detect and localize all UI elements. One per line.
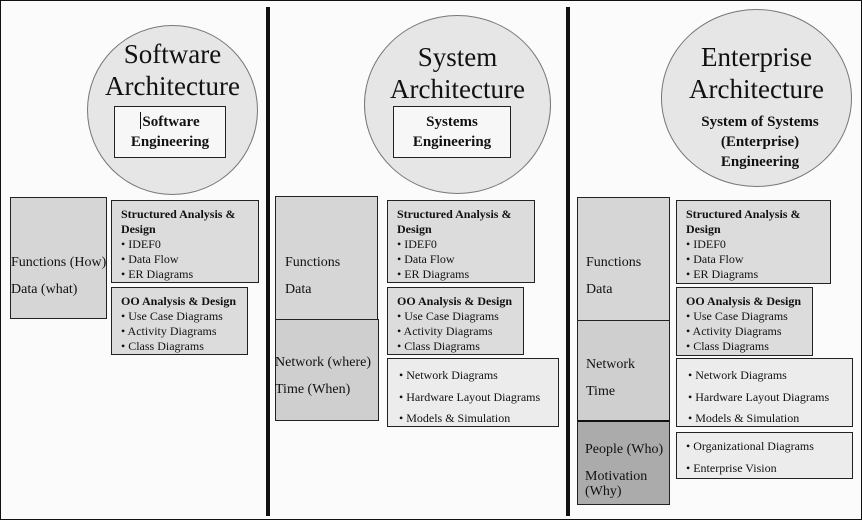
oo-analysis-box: OO Analysis & Design • Use Case Diagrams… [387,287,524,355]
list-item: • Organizational Diagrams [686,439,814,453]
list-item: • Network Diagrams [399,368,498,382]
category-people-motivation: People (Who) Motivation (Why) [577,420,670,505]
list-item: • Use Case Diagrams [686,309,788,323]
circle-title-line1: Enterprise [701,42,812,72]
oo-analysis-box: OO Analysis & Design • Use Case Diagrams… [676,287,813,356]
list-item: • ER Diagrams [686,267,759,281]
box-heading: OO Analysis & Design [686,294,802,308]
category-line: People (Who) [585,442,664,457]
category-functions-data: Functions Data [577,197,670,321]
box-heading: Structured Analysis & [686,207,801,221]
category-line: Network (where) [275,355,372,370]
category-line: Functions (How) [11,255,107,270]
engineering-line1: Systems [426,114,478,130]
engineering-line2: Engineering [412,134,492,150]
column-divider-2 [566,7,570,516]
category-line: Time [586,384,616,399]
engineering-line1: System of Systems [701,114,819,130]
box-heading: Structured Analysis & [397,207,512,221]
list-item: • Data Flow [397,252,455,266]
list-item: • Use Case Diagrams [397,309,499,323]
box-heading: Structured Analysis & [121,207,236,221]
list-item: • Hardware Layout Diagrams [688,389,830,404]
circle-title-line2: Architecture [105,71,240,101]
list-item: • Data Flow [686,252,744,266]
category-line: Data [285,282,312,297]
list-item: • ER Diagrams [397,267,470,281]
structured-analysis-box: Structured Analysis & Design • IDEF0 • D… [111,200,259,283]
list-item: • Class Diagrams [121,339,204,353]
circle-title-line2: Architecture [689,74,824,104]
structured-analysis-box: Structured Analysis & Design • IDEF0 • D… [676,200,831,284]
list-item: • IDEF0 [397,237,437,251]
engineering-line3: Engineering [720,154,800,170]
system-architecture-circle: System Architecture [364,15,551,194]
list-item: • ER Diagrams [121,267,194,281]
list-item: • Activity Diagrams [121,324,217,338]
network-hardware-box: • Network Diagrams • Hardware Layout Dia… [387,358,559,427]
box-heading: OO Analysis & Design [397,294,513,308]
box-heading: Design [397,222,432,236]
list-item: • Class Diagrams [686,339,769,353]
structured-analysis-box: Structured Analysis & Design • IDEF0 • D… [387,200,535,283]
category-line: Time (When) [275,382,351,397]
engineering-line2: Engineering [130,134,210,150]
list-item: • Activity Diagrams [397,324,493,338]
list-item: • Data Flow [121,252,179,266]
category-functions-data: Functions (How) Data (what) [10,197,107,319]
circle-title-line1: Software [123,39,222,69]
list-item: • Models & Simulation [688,411,800,425]
software-engineering-box: Software Engineering [114,106,226,158]
list-item: • Enterprise Vision [686,461,777,475]
category-network-time: Network (where) Time (When) [275,319,379,421]
list-item: • IDEF0 [686,237,726,251]
category-line: Data (what) [11,282,78,297]
system-of-systems-engineering-label: System of Systems (Enterprise) Engineeri… [690,112,830,172]
list-item: • IDEF0 [121,237,161,251]
circle-title-line2: Architecture [390,74,525,104]
category-line: Functions [586,255,642,270]
list-item: • Hardware Layout Diagrams [399,389,541,404]
list-item: • Network Diagrams [688,368,787,382]
box-heading: OO Analysis & Design [121,294,237,308]
engineering-line1-text: Software [142,114,200,130]
organizational-box: • Organizational Diagrams • Enterprise V… [676,432,853,479]
circle-title-line1: System [417,42,498,72]
oo-analysis-box: OO Analysis & Design • Use Case Diagrams… [111,287,248,355]
list-item: • Models & Simulation [399,411,511,425]
engineering-line2: (Enterprise) [720,134,800,150]
category-line: Data [586,282,613,297]
category-line: Network [586,357,635,372]
box-heading: Design [121,222,156,236]
category-functions-data: Functions Data [275,196,378,320]
engineering-line1: Software [115,112,225,132]
box-heading: Design [686,222,721,236]
list-item: • Activity Diagrams [686,324,782,338]
systems-engineering-box: Systems Engineering [393,106,511,158]
column-divider-1 [266,7,270,516]
list-item: • Use Case Diagrams [121,309,223,323]
network-hardware-box: • Network Diagrams • Hardware Layout Dia… [676,358,853,427]
category-line: Functions [285,255,341,270]
list-item: • Class Diagrams [397,339,480,353]
category-network-time: Network Time [577,320,670,421]
